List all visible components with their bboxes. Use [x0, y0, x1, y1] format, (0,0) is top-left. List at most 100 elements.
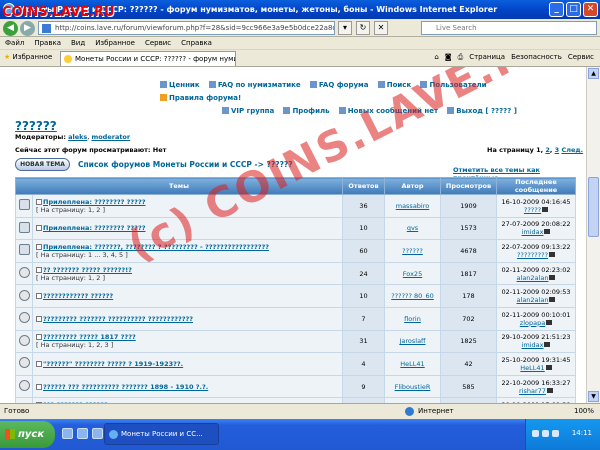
minimize-button[interactable]: _ — [549, 2, 564, 17]
zoom-level[interactable]: 100% — [574, 404, 594, 419]
last-post-user-link[interactable]: ????????? — [517, 251, 548, 259]
table-row: Прилеплена: ???????, ???????? ? ????????… — [15, 239, 576, 263]
last-post-user-link[interactable]: alan2alan — [517, 296, 549, 304]
last-post-user-link[interactable]: zlopapa — [520, 319, 545, 327]
nav-faq-numismatics-link[interactable]: FAQ по нумизматике — [208, 81, 301, 89]
topic-pages[interactable]: [ На страницу: 1 ... 3, 4, 5 ] — [36, 251, 128, 259]
desktop-icon[interactable] — [62, 428, 73, 439]
last-post-user-link[interactable]: HeLL41 — [520, 364, 544, 372]
taskbar-window-button[interactable]: Монеты России и СС... — [104, 423, 219, 445]
nav-faq-forum-link[interactable]: FAQ форума — [309, 81, 368, 89]
author-link[interactable]: florin — [404, 315, 421, 323]
menu-help[interactable]: Справка — [181, 37, 212, 49]
go-to-post-icon[interactable] — [545, 364, 552, 370]
last-post-user-link[interactable]: imidax — [522, 341, 544, 349]
forum-title[interactable]: ?????? — [15, 119, 57, 133]
author-link[interactable]: Jaroslaff — [399, 337, 425, 345]
close-button[interactable]: ✕ — [583, 2, 598, 17]
page-link[interactable]: 2 — [545, 146, 550, 154]
topic-title-link[interactable]: ???????????? ?????? — [43, 292, 113, 300]
topic-title-link[interactable]: Прилеплена: ???????? ????? — [43, 198, 146, 206]
topic-title-link[interactable]: ?? ??????? ????? ??????!? — [43, 266, 132, 274]
menu-tools[interactable]: Сервис — [145, 37, 171, 49]
menu-file[interactable]: Файл — [5, 37, 24, 49]
maximize-button[interactable]: □ — [566, 2, 581, 17]
nav-rules-link[interactable]: Правила форума! — [160, 94, 241, 102]
home-icon[interactable]: ⌂ — [434, 53, 438, 62]
browser-tab[interactable]: Монеты России и СССР: ?????? - форум нум… — [60, 51, 236, 66]
author-link[interactable]: ?????? — [402, 247, 423, 255]
moderator-link[interactable]: aleks — [68, 133, 87, 141]
nav-search-link[interactable]: Поиск — [377, 81, 411, 89]
ie-quicklaunch-icon[interactable] — [77, 428, 88, 439]
last-post-user-link[interactable]: ????? — [524, 206, 541, 214]
menu-view[interactable]: Вид — [71, 37, 85, 49]
topic-title-link[interactable]: Прилеплена: ???????, ???????? ? ????????… — [43, 243, 269, 251]
stop-button[interactable]: ✕ — [374, 21, 388, 35]
topic-title-link[interactable]: ????????? ??????? ?????????? ???????????… — [43, 315, 193, 323]
scroll-thumb[interactable] — [588, 177, 599, 237]
topic-title-link[interactable]: "??????" ???????? ????? ? 1919-1923??. — [43, 360, 183, 368]
go-to-post-icon[interactable] — [546, 387, 553, 393]
page-link[interactable]: 3 — [555, 146, 560, 154]
users-icon — [420, 81, 428, 88]
safety-menu[interactable]: Безопасность — [511, 53, 562, 62]
go-to-post-icon[interactable] — [544, 342, 551, 348]
nav-new-messages-link[interactable]: Новых сообщений нет — [338, 107, 438, 115]
topic-pages[interactable]: [ На страницу: 1, 2 ] — [36, 206, 105, 214]
vertical-scrollbar[interactable]: ▲ ▼ — [586, 67, 600, 403]
topic-title-link[interactable]: Прилеплена: ???????? ????? — [43, 224, 146, 232]
go-to-post-icon[interactable] — [544, 229, 551, 235]
page-menu[interactable]: Страница — [469, 53, 505, 62]
author-link[interactable]: massabiro — [396, 202, 430, 210]
tools-menu[interactable]: Сервис — [568, 53, 594, 62]
go-to-post-icon[interactable] — [549, 251, 556, 257]
language-icon[interactable] — [552, 430, 559, 437]
back-button[interactable]: ◀ — [3, 21, 18, 36]
author-link[interactable]: HeLL41 — [400, 360, 424, 368]
last-post-user-link[interactable]: imidax — [522, 228, 544, 236]
nav-price-link[interactable]: Ценник — [160, 81, 200, 89]
scroll-down-button[interactable]: ▼ — [588, 391, 599, 402]
breadcrumb[interactable]: Список форумов Монеты России и СССР -> ?… — [78, 160, 293, 169]
author-link[interactable]: qvs — [407, 224, 418, 232]
media-icon[interactable] — [92, 428, 103, 439]
print-icon[interactable]: ⎙ — [458, 53, 464, 62]
go-to-post-icon[interactable] — [542, 206, 549, 212]
next-page-link[interactable]: След. — [561, 146, 583, 154]
moderator-link[interactable]: moderator — [91, 133, 130, 141]
live-search-input[interactable]: Live Search — [421, 21, 597, 35]
last-post-user-link[interactable]: alan2alan — [517, 274, 549, 282]
menu-favorites[interactable]: Избранное — [95, 37, 135, 49]
scroll-up-button[interactable]: ▲ — [588, 68, 599, 79]
last-post-user-link[interactable]: rishar77 — [519, 387, 546, 395]
nav-profile-link[interactable]: Профиль — [283, 107, 330, 115]
author-link[interactable]: Fox25 — [403, 270, 422, 278]
author-link[interactable]: ?????? 80_60 — [391, 292, 434, 300]
address-field[interactable]: http://coins.lave.ru/forum/viewforum.php… — [38, 21, 335, 35]
go-to-post-icon[interactable] — [549, 274, 556, 280]
volume-icon[interactable] — [542, 430, 549, 437]
topic-pages[interactable]: [ На страницу: 1, 2 ] — [36, 274, 105, 282]
start-button[interactable]: пуск — [0, 421, 55, 448]
topic-pages[interactable]: [ На страницу: 1, 2, 3 ] — [36, 341, 113, 349]
author-link[interactable]: FliboustieR — [395, 383, 431, 391]
network-icon[interactable] — [532, 430, 539, 437]
topic-title-link[interactable]: ?????? ??? ?????????? ??????? 1898 - 191… — [43, 383, 208, 391]
new-topic-button[interactable]: НОВАЯ ТЕМА — [15, 158, 70, 171]
nav-logout-link[interactable]: Выход [ ????? ] — [447, 107, 517, 115]
go-to-post-icon[interactable] — [546, 319, 553, 325]
views-cell: 178 — [440, 284, 497, 308]
address-dropdown-button[interactable]: ▾ — [338, 21, 352, 35]
refresh-button[interactable]: ↻ — [356, 21, 370, 35]
nav-users-link[interactable]: Пользователи — [420, 81, 487, 89]
go-to-post-icon[interactable] — [549, 297, 556, 303]
replies-cell: 36 — [342, 194, 385, 218]
menu-edit[interactable]: Правка — [34, 37, 61, 49]
topic-title-link[interactable]: ????????? ????? 1817 ???? — [43, 333, 136, 341]
rss-icon[interactable]: ◙ — [445, 53, 452, 62]
nav-vip-link[interactable]: VIP группа — [222, 107, 274, 115]
favorites-button[interactable]: ★ Избранное — [4, 53, 52, 61]
forward-button[interactable]: ▶ — [20, 21, 35, 36]
messages-icon — [338, 107, 346, 114]
